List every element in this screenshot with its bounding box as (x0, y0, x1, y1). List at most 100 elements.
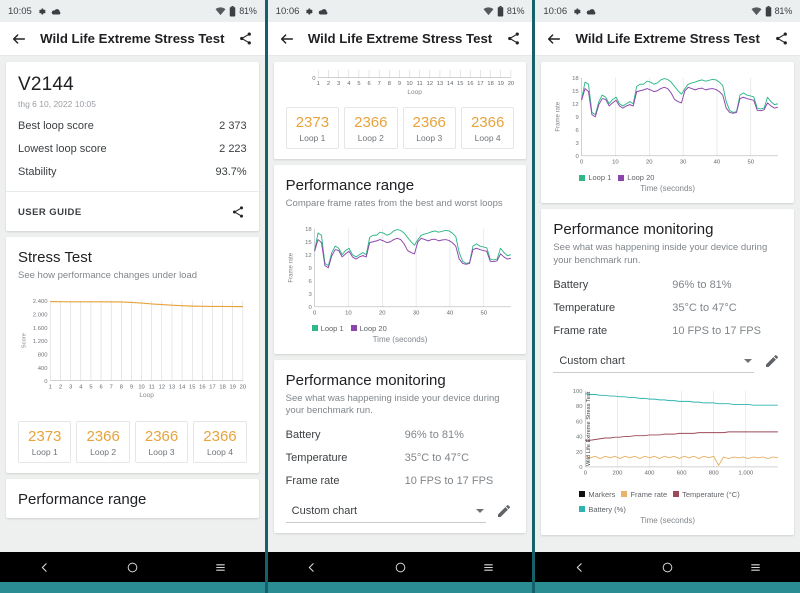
legend-swatch (621, 491, 628, 498)
loop-score: 2366 (203, 428, 237, 446)
custom-chart-select[interactable]: Custom chart (285, 501, 487, 524)
svg-text:40: 40 (576, 434, 583, 440)
loop-label: Loop 3 (148, 447, 175, 458)
arrow-left-icon[interactable] (545, 30, 563, 48)
svg-text:Loop: Loop (407, 89, 422, 95)
scroll-content-3[interactable]: 0 3 6 9 12 15 18 0 10 20 30 40 50 Frame rate Loop 1 L… (535, 56, 800, 552)
chevron-down-icon[interactable] (744, 358, 753, 363)
performance-range-card-partial: 0 3 6 9 12 15 18 0 10 20 30 40 50 Frame rate Loop 1 L… (541, 62, 795, 204)
svg-text:17: 17 (209, 384, 215, 390)
legend-swatch (579, 506, 586, 513)
svg-text:5: 5 (89, 384, 92, 390)
share-icon[interactable] (504, 30, 522, 48)
gear-icon (572, 7, 581, 16)
summary-row-stability: Stability 93.7% (18, 166, 247, 178)
arrow-left-icon[interactable] (278, 30, 296, 48)
loop-card[interactable]: 2366 Loop 2 (344, 106, 398, 149)
footer-strip (267, 582, 533, 593)
loop-card[interactable]: 2366 Loop 3 (134, 421, 189, 464)
recents-icon[interactable] (743, 557, 769, 577)
scroll-content-1[interactable]: V2144 thg 6 10, 2022 10:05 Best loop sco… (0, 56, 265, 552)
loop-card[interactable]: 2373 Loop 1 (285, 106, 340, 149)
svg-text:0: 0 (312, 76, 316, 82)
loop-score: 2366 (412, 113, 446, 131)
legend-label: Loop 20 (359, 323, 387, 333)
home-icon[interactable] (655, 557, 681, 577)
footer-strip (535, 582, 800, 593)
app-bar: Wild Life Extreme Stress Test (0, 22, 265, 56)
loop-card[interactable]: 2366 Loop 3 (402, 106, 456, 149)
svg-text:10: 10 (138, 384, 144, 390)
legend-item-temperature: Temperature (°C) (673, 490, 740, 499)
back-icon[interactable] (566, 557, 592, 577)
recents-icon[interactable] (208, 557, 234, 577)
monitoring-row-battery: Battery 96% to 81% (553, 279, 782, 291)
back-icon[interactable] (31, 557, 57, 577)
svg-text:2: 2 (59, 384, 62, 390)
svg-text:14: 14 (179, 384, 185, 390)
svg-text:15: 15 (573, 89, 580, 95)
svg-text:7: 7 (377, 81, 380, 87)
back-icon[interactable] (299, 557, 325, 577)
svg-text:15: 15 (305, 240, 312, 246)
svg-text:19: 19 (230, 384, 236, 390)
monitoring-label: Temperature (285, 452, 348, 465)
chevron-down-icon[interactable] (476, 509, 485, 514)
svg-text:17: 17 (477, 81, 483, 87)
stress-test-subtitle: See how performance changes under load (18, 270, 198, 281)
legend-item-loop20: Loop 20 (350, 323, 387, 333)
home-icon[interactable] (387, 557, 413, 577)
user-guide-row[interactable]: USER GUIDE (18, 203, 247, 221)
pencil-icon[interactable] (496, 503, 514, 521)
android-nav-bar (535, 552, 800, 582)
loop-card[interactable]: 2366 Loop 4 (460, 106, 515, 149)
battery-icon (765, 5, 772, 17)
share-icon[interactable] (229, 203, 247, 221)
stress-test-chart-svg: 04008001.2001.6002.0002.4001 2 3 4 5 6 7 8 9 10 11… (22, 299, 246, 399)
loop-score: 2373 (28, 428, 62, 446)
custom-chart-value: Custom chart (559, 354, 625, 367)
performance-range-title: Performance range (285, 176, 415, 194)
custom-chart-select[interactable]: Custom chart (553, 351, 755, 373)
custom-chart-xlabel: Time (seconds) (640, 515, 696, 525)
stress-test-chart[interactable]: 0 400 800 1.200 1.600 2.000 2.400 1 2 3 4 5 6 7 8 9 10 11… (18, 295, 247, 409)
scroll-content-2[interactable]: 0 1 2 3 4 5 6 7 8 9 10 11 12 13 14 15 16 17 18 19 20 Loop 237… (268, 56, 533, 552)
pencil-icon[interactable] (764, 353, 782, 371)
svg-text:5: 5 (357, 81, 360, 87)
home-icon[interactable] (119, 557, 145, 577)
footer-strip (0, 582, 265, 593)
legend-swatch (618, 174, 625, 181)
chart-select-row: Custom chart (553, 351, 782, 373)
legend-label: Frame rate (630, 489, 668, 499)
svg-text:800: 800 (709, 470, 720, 476)
loop-card[interactable]: 2366 Loop 2 (76, 421, 130, 464)
legend-swatch (579, 491, 586, 498)
svg-text:50: 50 (480, 310, 487, 316)
custom-chart[interactable]: 0 20 40 60 80 100 0 200 400 600 800 1.000 Wild Life … (553, 385, 782, 488)
performance-range-xlabel: Time (seconds) (372, 334, 428, 344)
svg-text:40: 40 (446, 310, 453, 316)
performance-range-chart[interactable]: 0 3 6 9 12 15 18 0 10 20 30 40 50 Frame rate (286, 223, 515, 322)
share-icon[interactable] (237, 30, 255, 48)
recents-icon[interactable] (475, 557, 501, 577)
svg-text:6: 6 (576, 128, 580, 134)
legend-swatch (673, 491, 680, 498)
svg-text:12: 12 (159, 384, 165, 390)
legend-label: Loop 1 (320, 323, 344, 333)
performance-range-chart[interactable]: 0 3 6 9 12 15 18 0 10 20 30 40 50 Frame rate (553, 72, 782, 171)
loop-card[interactable]: 2366 Loop 4 (193, 421, 247, 464)
loop-card[interactable]: 2373 Loop 1 (18, 421, 72, 464)
svg-text:80: 80 (576, 404, 583, 410)
stress-axis-partial: 0 1 2 3 4 5 6 7 8 9 10 11 12 13 14 15 16 17 18 19 20 Loop (286, 70, 515, 95)
monitoring-label: Frame rate (553, 324, 608, 337)
summary-value: 2 373 (219, 120, 247, 132)
monitoring-row-temperature: Temperature 35°C to 47°C (553, 302, 782, 314)
legend-item-loop1: Loop 1 (579, 173, 611, 182)
arrow-left-icon[interactable] (10, 30, 28, 48)
summary-card: V2144 thg 6 10, 2022 10:05 Best loop sco… (6, 62, 259, 231)
share-icon[interactable] (772, 30, 790, 48)
svg-text:Score: Score (22, 332, 28, 348)
summary-row-best: Best loop score 2 373 (18, 120, 247, 132)
page-title: Wild Life Extreme Stress Test (40, 31, 225, 46)
performance-monitoring-subtitle: See what was happening inside your devic… (553, 242, 768, 266)
